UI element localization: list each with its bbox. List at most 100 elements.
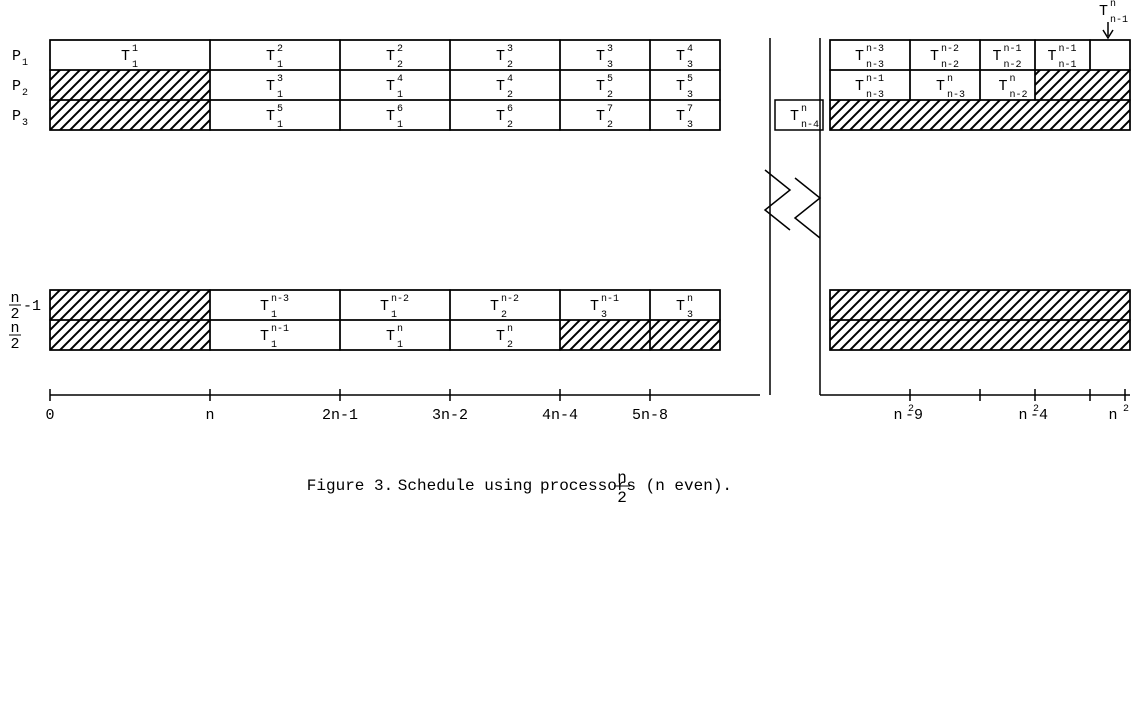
svg-text:Figure 3.: Figure 3. xyxy=(307,477,393,495)
idle-cell xyxy=(830,320,1130,350)
svg-text:5: 5 xyxy=(607,74,613,85)
svg-text:n: n xyxy=(1010,74,1016,85)
break-mark xyxy=(795,178,820,238)
svg-text:n-3: n-3 xyxy=(271,294,289,305)
svg-text:T: T xyxy=(676,78,685,95)
svg-text:3: 3 xyxy=(607,44,613,55)
task-label: Tnn-4 xyxy=(790,104,819,131)
svg-text:6: 6 xyxy=(397,104,403,115)
break-mark xyxy=(765,170,790,230)
idle-cell xyxy=(830,100,1130,130)
svg-text:n-2: n-2 xyxy=(391,294,409,305)
svg-text:processors (n even).: processors (n even). xyxy=(540,477,732,495)
svg-text:T: T xyxy=(590,298,599,315)
task-label: T51 xyxy=(266,104,283,131)
svg-text:n: n xyxy=(947,74,953,85)
svg-text:4: 4 xyxy=(687,44,693,55)
task-label: T43 xyxy=(676,44,693,71)
svg-text:n: n xyxy=(397,324,403,335)
svg-text:T: T xyxy=(496,328,505,345)
svg-text:2: 2 xyxy=(277,44,283,55)
svg-text:-4: -4 xyxy=(1030,407,1048,424)
svg-text:3: 3 xyxy=(507,44,513,55)
svg-text:T: T xyxy=(676,108,685,125)
svg-text:T: T xyxy=(266,108,275,125)
svg-text:T: T xyxy=(380,298,389,315)
svg-text:T: T xyxy=(260,298,269,315)
idle-cell xyxy=(50,290,210,320)
svg-text:n-2: n-2 xyxy=(501,294,519,305)
task-label: Tn-2n-2 xyxy=(930,44,959,71)
task-label: T73 xyxy=(676,104,693,131)
task-label: T22 xyxy=(386,44,403,71)
task-label: Tn1 xyxy=(386,324,403,351)
axis-label: 0 xyxy=(45,407,54,424)
svg-text:-1: -1 xyxy=(23,298,41,315)
task-label: Tn-1n-1 xyxy=(1048,44,1077,71)
svg-text:n: n xyxy=(1108,407,1117,424)
svg-text:2: 2 xyxy=(1123,404,1129,415)
svg-text:T: T xyxy=(490,298,499,315)
task-label: Tn-22 xyxy=(490,294,519,321)
task-label: Tnn-3 xyxy=(936,74,965,101)
svg-text:n: n xyxy=(10,290,19,307)
svg-text:T: T xyxy=(596,48,605,65)
axis-label: 4n-4 xyxy=(542,407,578,424)
processor-label: P3 xyxy=(12,108,28,129)
svg-text:Schedule using: Schedule using xyxy=(398,477,532,495)
svg-text:T: T xyxy=(855,48,864,65)
svg-text:n-1: n-1 xyxy=(601,294,619,305)
svg-text:T: T xyxy=(999,78,1008,95)
svg-text:7: 7 xyxy=(687,104,693,115)
svg-text:n-1: n-1 xyxy=(1110,15,1128,26)
svg-text:n: n xyxy=(1018,407,1027,424)
empty-cell xyxy=(1090,40,1130,70)
task-label: T21 xyxy=(266,44,283,71)
svg-text:T: T xyxy=(260,328,269,345)
axis-label: 3n-2 xyxy=(432,407,468,424)
idle-cell xyxy=(560,320,650,350)
svg-text:P: P xyxy=(12,48,21,65)
svg-text:2: 2 xyxy=(10,336,19,353)
processor-label: P1 xyxy=(12,48,28,69)
task-label: Tn-1n-2 xyxy=(993,44,1022,71)
svg-text:1: 1 xyxy=(132,44,138,55)
svg-text:n-1: n-1 xyxy=(1004,44,1022,55)
task-label: T52 xyxy=(596,74,613,101)
svg-text:7: 7 xyxy=(607,104,613,115)
task-label: Tn3 xyxy=(676,294,693,321)
svg-text:T: T xyxy=(596,108,605,125)
svg-text:T: T xyxy=(676,48,685,65)
svg-text:T: T xyxy=(386,108,395,125)
svg-text:T: T xyxy=(386,48,395,65)
task-label: Tn-11 xyxy=(260,324,289,351)
processor-label: P2 xyxy=(12,78,28,99)
axis-label: 2n-1 xyxy=(322,407,358,424)
svg-text:3: 3 xyxy=(277,74,283,85)
svg-text:T: T xyxy=(496,78,505,95)
svg-text:T: T xyxy=(596,78,605,95)
svg-text:n-2: n-2 xyxy=(941,44,959,55)
svg-text:5: 5 xyxy=(687,74,693,85)
svg-text:n-3: n-3 xyxy=(866,44,884,55)
svg-text:n-1: n-1 xyxy=(271,324,289,335)
idle-cell xyxy=(650,320,720,350)
svg-text:n: n xyxy=(507,324,513,335)
svg-text:T: T xyxy=(266,78,275,95)
arrow-label: Tnn-1 xyxy=(1099,0,1128,26)
task-label: Tnn-2 xyxy=(999,74,1028,101)
svg-text:T: T xyxy=(993,48,1002,65)
svg-text:n: n xyxy=(801,104,807,115)
svg-text:T: T xyxy=(936,78,945,95)
svg-text:n: n xyxy=(687,294,693,305)
task-label: Tn-31 xyxy=(260,294,289,321)
svg-text:P: P xyxy=(12,108,21,125)
svg-text:n-1: n-1 xyxy=(1059,44,1077,55)
svg-text:3: 3 xyxy=(22,118,28,129)
task-label: T61 xyxy=(386,104,403,131)
task-label: Tn-3n-3 xyxy=(855,44,884,71)
idle-cell xyxy=(50,100,210,130)
task-label: T32 xyxy=(496,44,513,71)
task-label: T41 xyxy=(386,74,403,101)
svg-text:n-4: n-4 xyxy=(801,120,819,131)
